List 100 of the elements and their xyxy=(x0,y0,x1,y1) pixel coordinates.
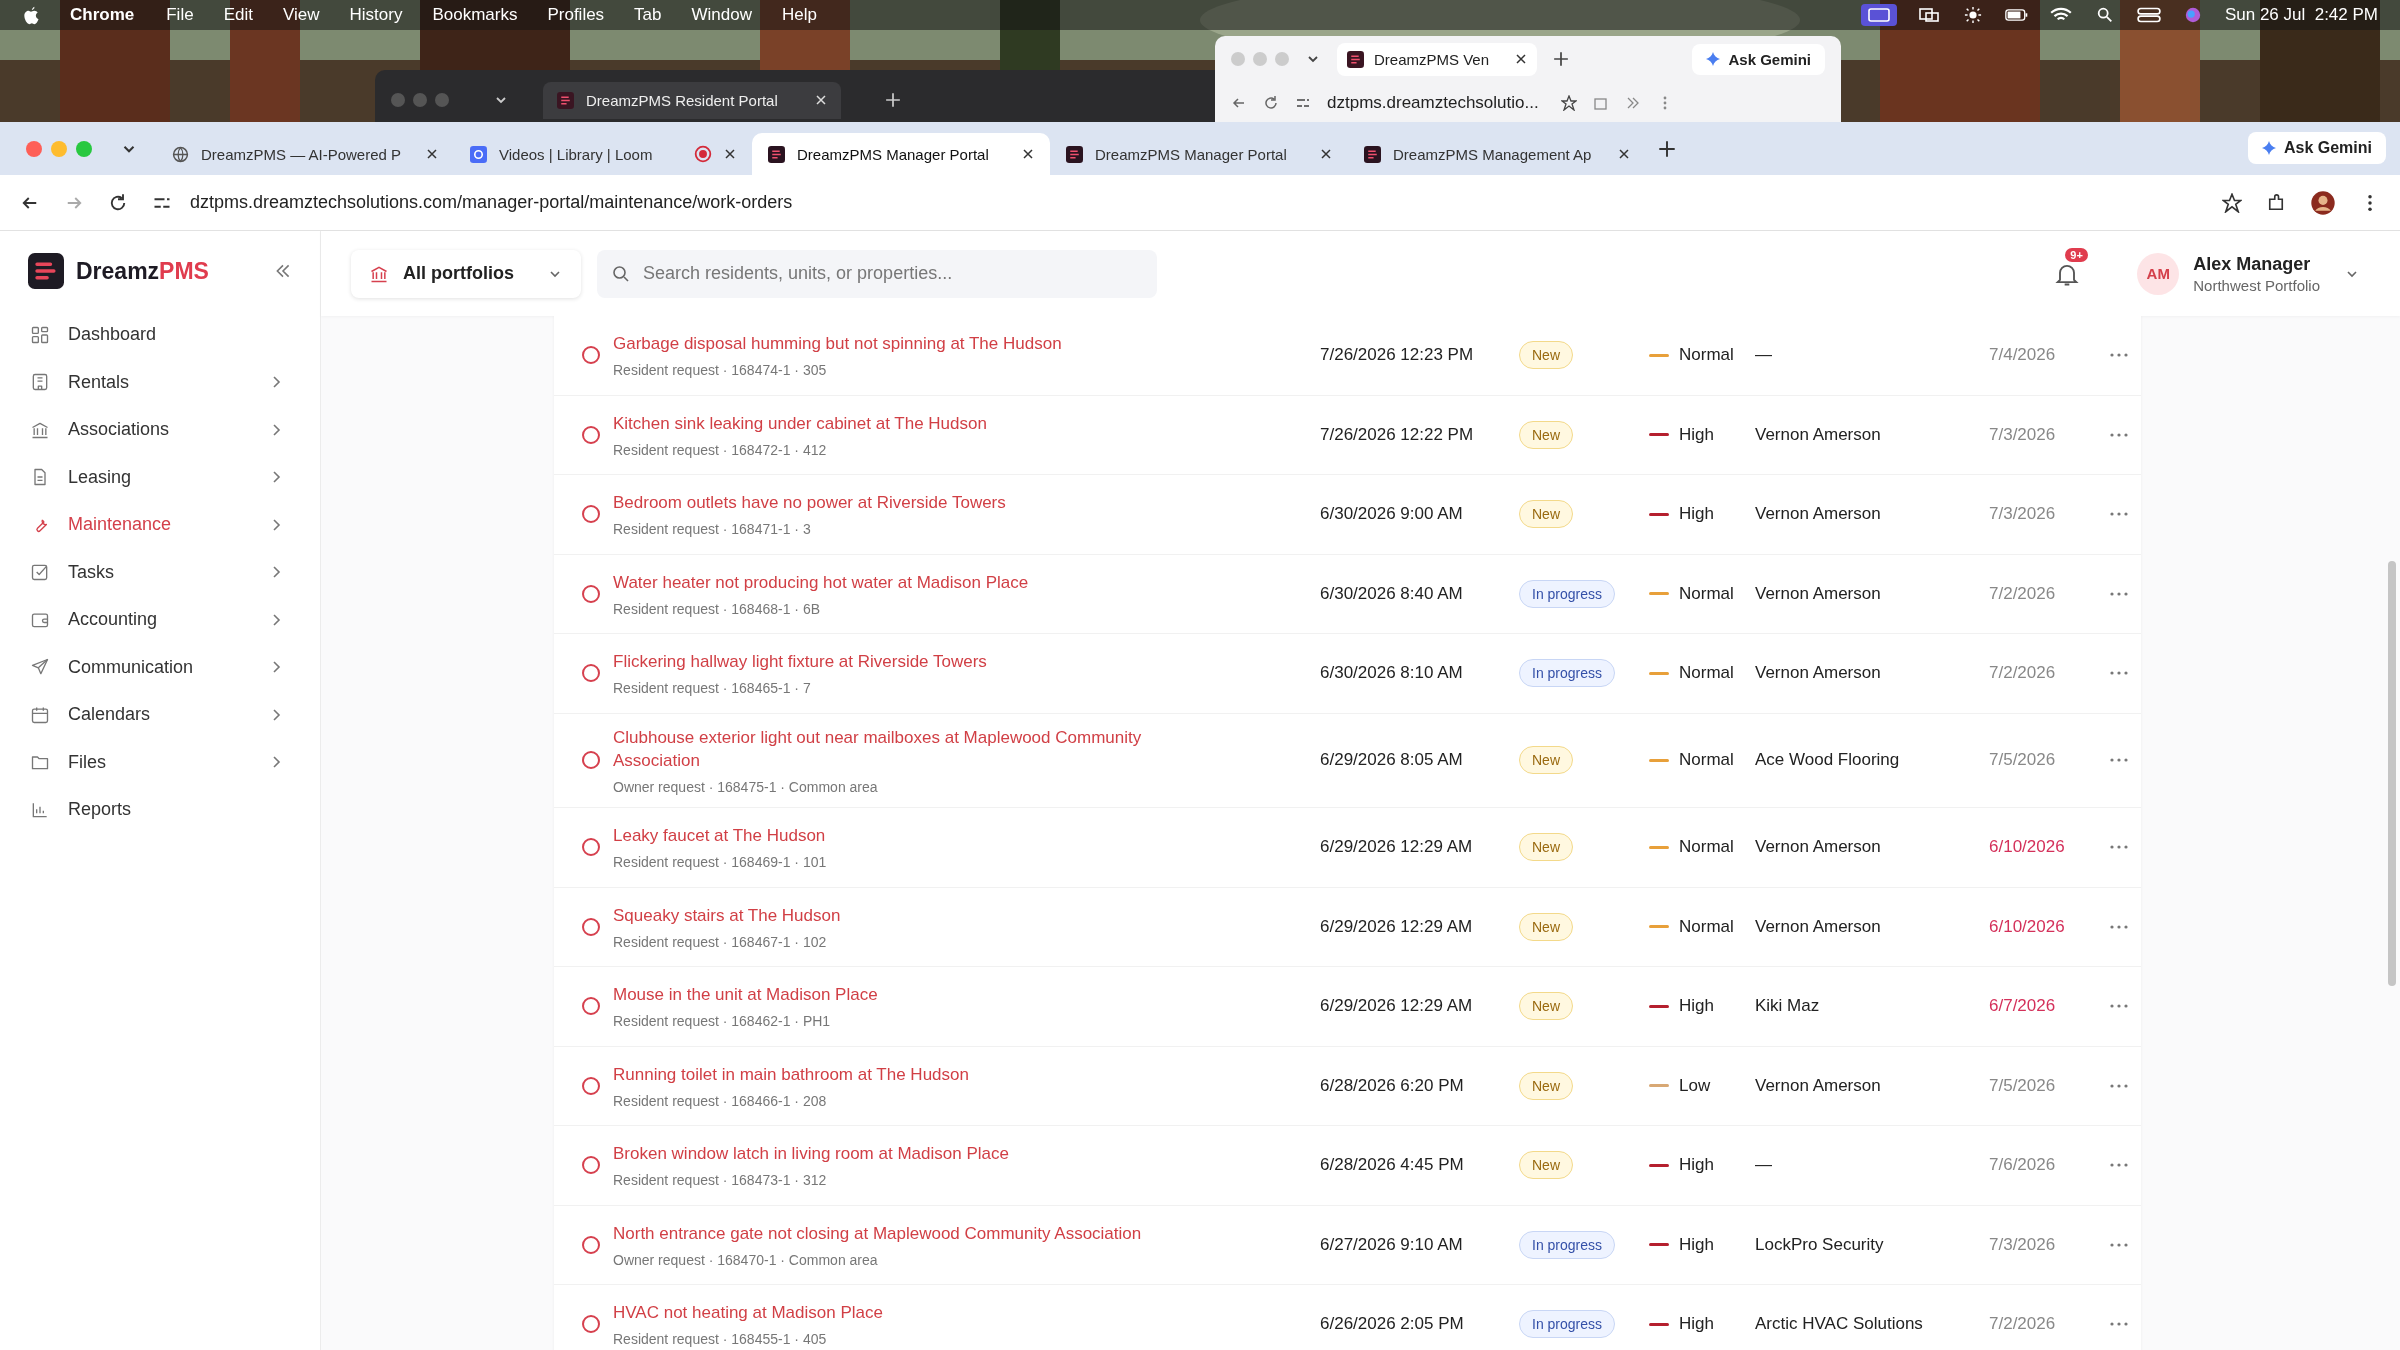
star-icon[interactable] xyxy=(2222,192,2242,213)
more-options-icon[interactable] xyxy=(2109,1003,2129,1010)
scrollbar-thumb[interactable] xyxy=(2388,561,2396,986)
assignee-text: — xyxy=(1755,345,1773,366)
menu-item[interactable]: History xyxy=(349,5,403,25)
close-icon[interactable] xyxy=(724,148,736,160)
menu-item[interactable]: File xyxy=(166,5,194,25)
menu-item[interactable]: Tab xyxy=(634,5,662,25)
select-checkbox[interactable] xyxy=(581,997,600,1016)
browser-tab[interactable]: DreamzPMS Resident Portal xyxy=(543,81,841,119)
extension-icon[interactable] xyxy=(2266,192,2286,213)
work-order-title[interactable]: Mouse in the unit at Madison Place xyxy=(613,983,1213,1008)
menu-item[interactable]: Bookmarks xyxy=(432,5,518,25)
ask-gemini-button[interactable]: Ask Gemini xyxy=(1692,43,1825,75)
work-order-title[interactable]: HVAC not heating at Madison Place xyxy=(613,1301,1213,1326)
close-icon[interactable] xyxy=(426,148,438,160)
select-checkbox[interactable] xyxy=(581,1076,600,1095)
select-checkbox[interactable] xyxy=(581,838,600,857)
address-text[interactable]: dztpms.dreamztechsolutions.com/manager-portal/maintenance/work-orders xyxy=(190,192,793,213)
work-order-title[interactable]: Water heater not producing hot water at Madison Place xyxy=(613,570,1213,595)
brand-logo[interactable]: DreamzPMS xyxy=(76,257,209,285)
portfolio-dropdown[interactable]: All portfolios xyxy=(351,249,581,298)
sidebar-item[interactable]: Calendars xyxy=(0,691,320,739)
more-options-icon[interactable] xyxy=(2109,431,2129,438)
browser-tab[interactable]: DreamzPMS Manager Portal xyxy=(1050,133,1348,175)
work-order-title[interactable]: Leaky faucet at The Hudson xyxy=(613,824,1213,849)
sidebar-item[interactable]: Tasks xyxy=(0,548,320,596)
sidebar-item[interactable]: Leasing xyxy=(0,453,320,501)
menu-item[interactable]: Profiles xyxy=(547,5,605,25)
work-order-title[interactable]: Garbage disposal humming but not spinning at The Hudson xyxy=(613,332,1213,357)
more-options-icon[interactable] xyxy=(2109,844,2129,851)
search-field[interactable]: Search residents, units, or properties... xyxy=(597,249,1157,298)
select-checkbox[interactable] xyxy=(581,664,600,683)
menu-item[interactable]: Edit xyxy=(223,5,253,25)
sidebar-item[interactable]: Accounting xyxy=(0,596,320,644)
sidebar-item[interactable]: Dashboard xyxy=(0,311,320,359)
more-options-icon[interactable] xyxy=(2109,511,2129,518)
work-order-title[interactable]: North entrance gate not closing at Maplewood Community Association xyxy=(613,1221,1213,1246)
sidebar-item[interactable]: Reports xyxy=(0,786,320,834)
sidebar-item[interactable]: Files xyxy=(0,738,320,786)
select-checkbox[interactable] xyxy=(581,425,600,444)
more-options-icon[interactable] xyxy=(2109,1241,2129,1248)
work-order-title[interactable]: Clubhouse exterior light out near mailboxes at Maplewood Community Association xyxy=(613,725,1213,774)
menu-item[interactable]: Window xyxy=(691,5,752,25)
close-icon[interactable] xyxy=(1022,148,1034,160)
close-icon[interactable] xyxy=(1515,53,1527,65)
close-icon[interactable] xyxy=(1618,148,1630,160)
star-icon[interactable] xyxy=(1560,95,1577,111)
address-text[interactable]: dztpms.dreamztechsolutio... xyxy=(1327,93,1539,113)
app-menu[interactable]: Chrome xyxy=(70,5,135,25)
sidebar-item[interactable]: Communication xyxy=(0,643,320,691)
window-controls-icon[interactable] xyxy=(26,140,92,157)
more-options-icon[interactable] xyxy=(2109,757,2129,764)
more-options-icon[interactable] xyxy=(2109,590,2129,597)
more-options-icon[interactable] xyxy=(2109,1162,2129,1169)
menu-item[interactable]: View xyxy=(282,5,320,25)
sidebar-item[interactable]: Associations xyxy=(0,406,320,454)
browser-tab[interactable]: DreamzPMS Management Ap xyxy=(1348,133,1646,175)
select-checkbox[interactable] xyxy=(581,346,600,365)
screen-mirroring-icon[interactable] xyxy=(1860,4,1897,26)
display-icon[interactable] xyxy=(1916,6,1941,24)
user-menu[interactable]: AM Alex Manager Northwest Portfolio xyxy=(2137,252,2370,295)
select-checkbox[interactable] xyxy=(581,917,600,936)
profile-avatar-icon[interactable] xyxy=(2310,189,2336,216)
browser-tab[interactable]: Videos | Library | Loom xyxy=(454,133,752,175)
more-options-icon[interactable] xyxy=(2109,670,2129,677)
work-order-title[interactable]: Running toilet in main bathroom at The Hudson xyxy=(613,1062,1213,1087)
select-checkbox[interactable] xyxy=(581,584,600,603)
sidebar-item[interactable]: Rentals xyxy=(0,358,320,406)
battery-icon[interactable] xyxy=(2004,6,2029,24)
control-center-icon[interactable] xyxy=(2136,6,2161,24)
work-order-title[interactable]: Broken window latch in living room at Madison Place xyxy=(613,1142,1213,1167)
plus-icon[interactable] xyxy=(1553,51,1569,67)
collapse-icon[interactable] xyxy=(274,262,292,280)
menu-item[interactable]: Help xyxy=(782,5,817,25)
work-order-title[interactable]: Kitchen sink leaking under cabinet at The Hudson xyxy=(613,411,1213,436)
browser-tab[interactable]: DreamzPMS Ven xyxy=(1337,42,1537,76)
work-order-title[interactable]: Bedroom outlets have no power at Riverside Towers xyxy=(613,491,1213,516)
ask-gemini-button[interactable]: Ask Gemini xyxy=(2247,131,2386,164)
sidebar-item[interactable]: Maintenance xyxy=(0,501,320,549)
work-order-title[interactable]: Squeaky stairs at The Hudson xyxy=(613,903,1213,928)
clock[interactable]: Sun 26 Jul 2:42 PM xyxy=(2224,5,2378,25)
select-checkbox[interactable] xyxy=(581,1235,600,1254)
status-badge: New xyxy=(1519,1151,1573,1180)
work-order-title[interactable]: Flickering hallway light fixture at Riverside Towers xyxy=(613,650,1213,675)
reload-icon[interactable] xyxy=(108,192,128,213)
more-options-icon[interactable] xyxy=(2109,1082,2129,1089)
select-checkbox[interactable] xyxy=(581,1156,600,1175)
more-options-icon[interactable] xyxy=(2109,1321,2129,1328)
more-options-icon[interactable] xyxy=(2109,923,2129,930)
select-checkbox[interactable] xyxy=(581,751,600,770)
select-checkbox[interactable] xyxy=(581,1315,600,1334)
select-checkbox[interactable] xyxy=(581,505,600,524)
close-icon[interactable] xyxy=(1320,148,1332,160)
browser-tab[interactable]: DreamzPMS — AI-Powered P xyxy=(156,133,454,175)
browser-tab[interactable]: DreamzPMS Manager Portal xyxy=(752,133,1050,175)
app-icon xyxy=(1066,145,1083,163)
apple-icon[interactable] xyxy=(22,5,40,25)
more-options-icon[interactable] xyxy=(2109,352,2129,359)
new-tab-icon[interactable] xyxy=(1658,139,1676,158)
